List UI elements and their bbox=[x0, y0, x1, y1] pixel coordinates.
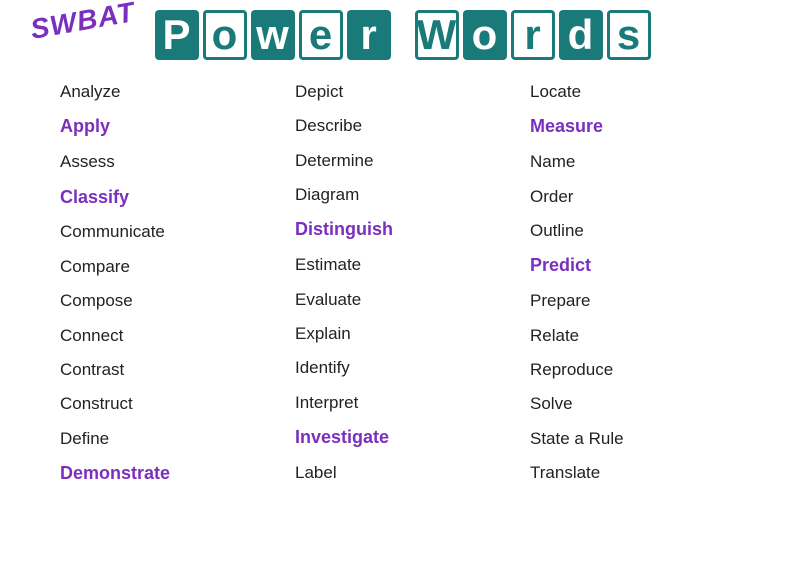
title-container: P o w e r W o r d s bbox=[155, 10, 651, 60]
word-item: Measure bbox=[530, 109, 765, 145]
word-item: State a Rule bbox=[530, 422, 765, 456]
word-item: Contrast bbox=[60, 353, 295, 387]
word-column-3: LocateMeasureNameOrderOutlinePredictPrep… bbox=[530, 75, 765, 492]
word-item: Evaluate bbox=[295, 283, 530, 317]
title-letter-r: r bbox=[347, 10, 391, 60]
word-item: Diagram bbox=[295, 178, 530, 212]
power-words-title: P o w e r W o r d s bbox=[155, 10, 651, 60]
title-letter-d: d bbox=[559, 10, 603, 60]
word-item: Label bbox=[295, 456, 530, 490]
title-letter-W: W bbox=[415, 10, 459, 60]
word-item: Communicate bbox=[60, 215, 295, 249]
word-item: Name bbox=[530, 145, 765, 179]
title-letter-o2: o bbox=[463, 10, 507, 60]
header: SWBAT P o w e r W o r d s bbox=[0, 0, 805, 65]
title-letter-o1: o bbox=[203, 10, 247, 60]
word-item: Locate bbox=[530, 75, 765, 109]
word-item: Investigate bbox=[295, 420, 530, 456]
word-item: Solve bbox=[530, 387, 765, 421]
word-item: Apply bbox=[60, 109, 295, 145]
title-letter-e: e bbox=[299, 10, 343, 60]
word-item: Relate bbox=[530, 319, 765, 353]
word-item: Assess bbox=[60, 145, 295, 179]
word-column-2: DepictDescribeDetermineDiagramDistinguis… bbox=[295, 75, 530, 492]
swbat-logo: SWBAT bbox=[28, 0, 138, 46]
word-item: Reproduce bbox=[530, 353, 765, 387]
word-item: Connect bbox=[60, 319, 295, 353]
word-item: Translate bbox=[530, 456, 765, 490]
word-item: Distinguish bbox=[295, 212, 530, 248]
title-letter-w: w bbox=[251, 10, 295, 60]
word-item: Construct bbox=[60, 387, 295, 421]
word-item: Identify bbox=[295, 351, 530, 385]
word-item: Estimate bbox=[295, 248, 530, 282]
word-item: Define bbox=[60, 422, 295, 456]
title-letter-r2: r bbox=[511, 10, 555, 60]
word-item: Determine bbox=[295, 144, 530, 178]
word-item: Depict bbox=[295, 75, 530, 109]
word-item: Describe bbox=[295, 109, 530, 143]
word-list-container: AnalyzeApplyAssessClassifyCommunicateCom… bbox=[0, 65, 805, 507]
word-item: Demonstrate bbox=[60, 456, 295, 492]
word-item: Prepare bbox=[530, 284, 765, 318]
word-item: Analyze bbox=[60, 75, 295, 109]
word-item: Outline bbox=[530, 214, 765, 248]
word-item: Interpret bbox=[295, 386, 530, 420]
word-item: Order bbox=[530, 180, 765, 214]
word-item: Compare bbox=[60, 250, 295, 284]
title-letter-s: s bbox=[607, 10, 651, 60]
word-column-1: AnalyzeApplyAssessClassifyCommunicateCom… bbox=[60, 75, 295, 492]
word-item: Compose bbox=[60, 284, 295, 318]
title-letter-P: P bbox=[155, 10, 199, 60]
word-item: Classify bbox=[60, 180, 295, 216]
word-item: Predict bbox=[530, 248, 765, 284]
word-item: Explain bbox=[295, 317, 530, 351]
